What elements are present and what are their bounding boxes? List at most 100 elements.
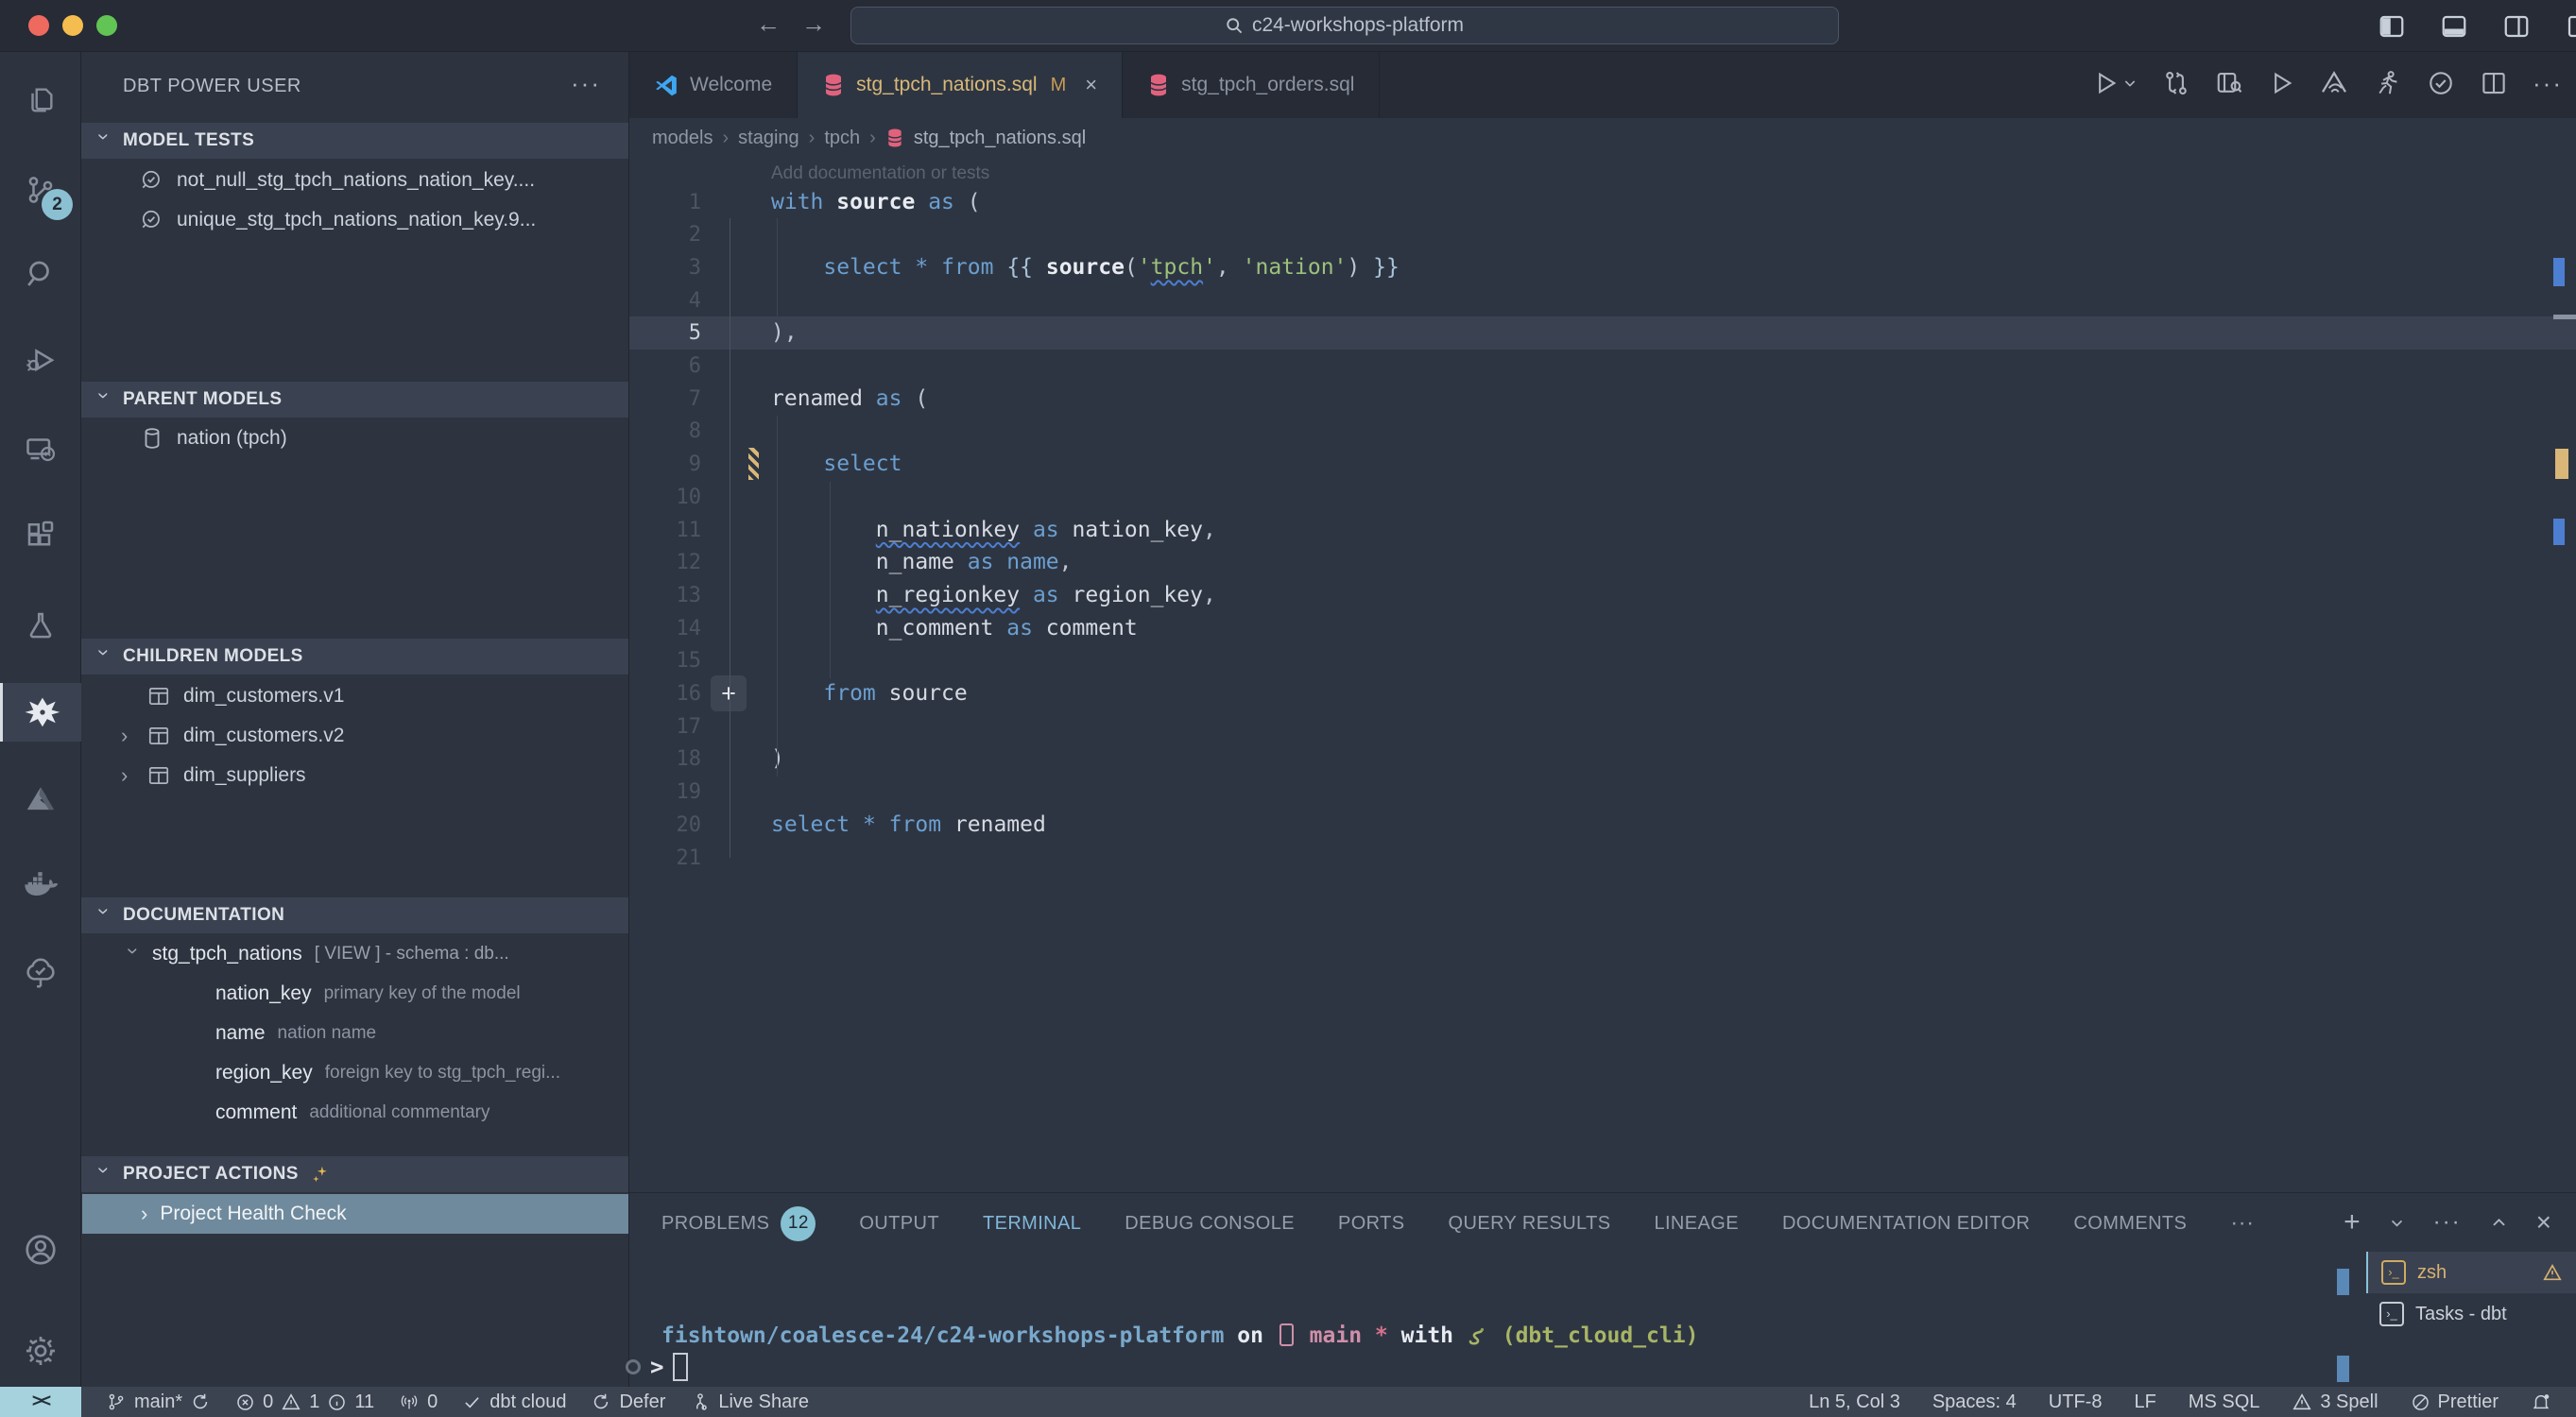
code-line-2[interactable]: 2	[629, 218, 2576, 251]
editor-tab-welcome[interactable]: Welcome	[629, 52, 798, 118]
code-line-7[interactable]: 7renamed as (	[629, 383, 2576, 416]
remote-indicator[interactable]: ><	[0, 1387, 81, 1417]
altimate-ai-icon[interactable]	[0, 770, 81, 828]
testing-beaker-icon[interactable]	[0, 596, 81, 655]
panel-scrollbar[interactable]	[2337, 1356, 2349, 1382]
project-health-check-item[interactable]: › Project Health Check	[82, 1194, 628, 1234]
window-zoom-button[interactable]	[96, 15, 117, 36]
panel-tab-problems[interactable]: PROBLEMS12	[661, 1206, 816, 1241]
maximize-panel-icon[interactable]	[2490, 1214, 2508, 1232]
search-view-icon[interactable]	[0, 245, 81, 303]
panel-tab-terminal[interactable]: TERMINAL	[983, 1213, 1081, 1235]
split-editor-icon[interactable]	[2480, 69, 2508, 97]
code-line-1[interactable]: 1with source as (	[629, 186, 2576, 219]
dbt-docs-icon[interactable]	[2319, 68, 2349, 98]
toggle-primary-sidebar-icon[interactable]	[2378, 12, 2406, 41]
live-share-status[interactable]: Live Share	[690, 1391, 809, 1413]
section-parent-models[interactable]: › PARENT MODELS	[81, 382, 628, 418]
code-line-12[interactable]: 12 n_name as name,	[629, 546, 2576, 579]
open-preview-icon[interactable]	[2215, 69, 2243, 97]
panel-tab-ports[interactable]: PORTS	[1338, 1213, 1405, 1235]
code-line-6[interactable]: 6	[629, 350, 2576, 383]
doc-field-row[interactable]: commentadditional commentary	[215, 1093, 490, 1133]
breadcrumb-segment[interactable]: models	[652, 128, 713, 149]
check-circle-icon[interactable]	[2427, 69, 2455, 97]
section-model-tests[interactable]: › MODEL TESTS	[81, 123, 628, 159]
indentation-status[interactable]: Spaces: 4	[1932, 1391, 2017, 1413]
command-center-search[interactable]: c24-workshops-platform	[850, 7, 1839, 44]
code-line-20[interactable]: 20select * from renamed	[629, 809, 2576, 842]
language-mode-status[interactable]: MS SQL	[2189, 1391, 2260, 1413]
panel-tab-lineage[interactable]: LINEAGE	[1654, 1213, 1739, 1235]
git-compare-icon[interactable]	[2162, 69, 2190, 97]
terminal-tab-tasks-dbt[interactable]: ›_Tasks - dbt	[2366, 1293, 2576, 1335]
code-line-15[interactable]: 15	[629, 644, 2576, 677]
code-line-16[interactable]: 16 from source	[629, 677, 2576, 710]
docker-icon[interactable]	[0, 857, 81, 915]
code-line-21[interactable]: 21	[629, 842, 2576, 875]
code-line-3[interactable]: 3 select * from {{ source('tpch', 'natio…	[629, 251, 2576, 284]
model-test-item[interactable]: unique_stg_tpch_nations_nation_key.9...	[140, 200, 536, 240]
window-minimize-button[interactable]	[62, 15, 83, 36]
extensions-icon[interactable]	[0, 507, 81, 566]
notifications-bell-icon[interactable]	[2531, 1391, 2551, 1412]
breadcrumb-segment[interactable]: staging	[738, 128, 799, 149]
model-test-item[interactable]: not_null_stg_tpch_nations_nation_key....	[140, 161, 535, 200]
encoding-status[interactable]: UTF-8	[2049, 1391, 2103, 1413]
terminal-tab-zsh[interactable]: ›_zsh	[2366, 1252, 2576, 1293]
child-model-item[interactable]: ›dim_suppliers	[121, 756, 306, 795]
panel-tab-query-results[interactable]: QUERY RESULTS	[1449, 1213, 1611, 1235]
code-line-13[interactable]: 13 n_regionkey as region_key,	[629, 579, 2576, 612]
window-close-button[interactable]	[28, 15, 49, 36]
nav-back-icon[interactable]: ←	[751, 9, 785, 39]
terminal-dropdown-icon[interactable]	[2389, 1215, 2405, 1231]
code-line-14[interactable]: 14 n_comment as comment	[629, 612, 2576, 645]
explorer-icon[interactable]	[0, 71, 81, 129]
panel-scrollbar[interactable]	[2337, 1269, 2349, 1295]
editor-tab-stg_tpch_orders-sql[interactable]: stg_tpch_orders.sql	[1123, 52, 1380, 118]
doc-field-row[interactable]: namenation name	[215, 1014, 376, 1053]
remote-explorer-icon[interactable]	[0, 420, 81, 479]
code-line-19[interactable]: 19	[629, 776, 2576, 809]
cursor-position-status[interactable]: Ln 5, Col 3	[1809, 1391, 1900, 1413]
accounts-icon[interactable]	[0, 1221, 81, 1279]
nav-forward-icon[interactable]: →	[797, 9, 831, 39]
code-line-8[interactable]: 8	[629, 415, 2576, 448]
toggle-panel-icon[interactable]	[2440, 12, 2468, 41]
sidebar-more-actions-icon[interactable]: ···	[571, 69, 601, 98]
breadcrumb[interactable]: models›staging›tpch›stg_tpch_nations.sql	[652, 118, 1086, 158]
breadcrumb-file[interactable]: stg_tpch_nations.sql	[914, 128, 1086, 149]
parent-model-item[interactable]: nation (tpch)	[140, 418, 287, 458]
run-debug-icon[interactable]	[0, 332, 81, 390]
branch-status[interactable]: main*	[106, 1391, 211, 1413]
breadcrumb-segment[interactable]: tpch	[824, 128, 860, 149]
panel-tab-documentation-editor[interactable]: DOCUMENTATION EDITOR	[1782, 1213, 2030, 1235]
eol-status[interactable]: LF	[2134, 1391, 2155, 1413]
section-children-models[interactable]: › CHILDREN MODELS	[81, 639, 628, 674]
code-line-17[interactable]: 17	[629, 710, 2576, 743]
doc-field-row[interactable]: region_keyforeign key to stg_tpch_regi..…	[215, 1053, 560, 1093]
terminal-prompt[interactable]: >	[635, 1353, 688, 1381]
settings-gear-icon[interactable]	[0, 1322, 81, 1380]
toggle-secondary-sidebar-icon[interactable]	[2502, 12, 2531, 41]
ports-status[interactable]: 0	[399, 1391, 438, 1413]
source-control-icon[interactable]: 2	[0, 161, 81, 219]
code-editor[interactable]: models›staging›tpch›stg_tpch_nations.sql…	[629, 118, 2576, 1192]
panel-tabs-more-icon[interactable]: ···	[2230, 1210, 2254, 1237]
panel-tab-output[interactable]: OUTPUT	[859, 1213, 939, 1235]
close-panel-icon[interactable]: ×	[2536, 1207, 2551, 1238]
problems-status[interactable]: 0 1 11	[235, 1391, 374, 1413]
new-terminal-icon[interactable]: +	[2344, 1206, 2361, 1238]
code-line-10[interactable]: 10	[629, 481, 2576, 514]
section-documentation[interactable]: › DOCUMENTATION	[81, 897, 628, 933]
code-line-9[interactable]: 9 select	[629, 448, 2576, 481]
run-file-icon[interactable]	[2268, 70, 2294, 96]
panel-tab-debug-console[interactable]: DEBUG CONSOLE	[1125, 1213, 1295, 1235]
dbt-power-user-icon[interactable]	[0, 683, 81, 742]
more-actions-icon[interactable]: ···	[2533, 69, 2563, 98]
defer-status[interactable]: Defer	[591, 1391, 665, 1413]
tree-check-icon[interactable]	[0, 944, 81, 1002]
panel-more-icon[interactable]: ···	[2433, 1209, 2462, 1236]
spell-checker-status[interactable]: 3 Spell	[2292, 1391, 2378, 1413]
dbt-cloud-status[interactable]: dbt cloud	[462, 1391, 566, 1413]
